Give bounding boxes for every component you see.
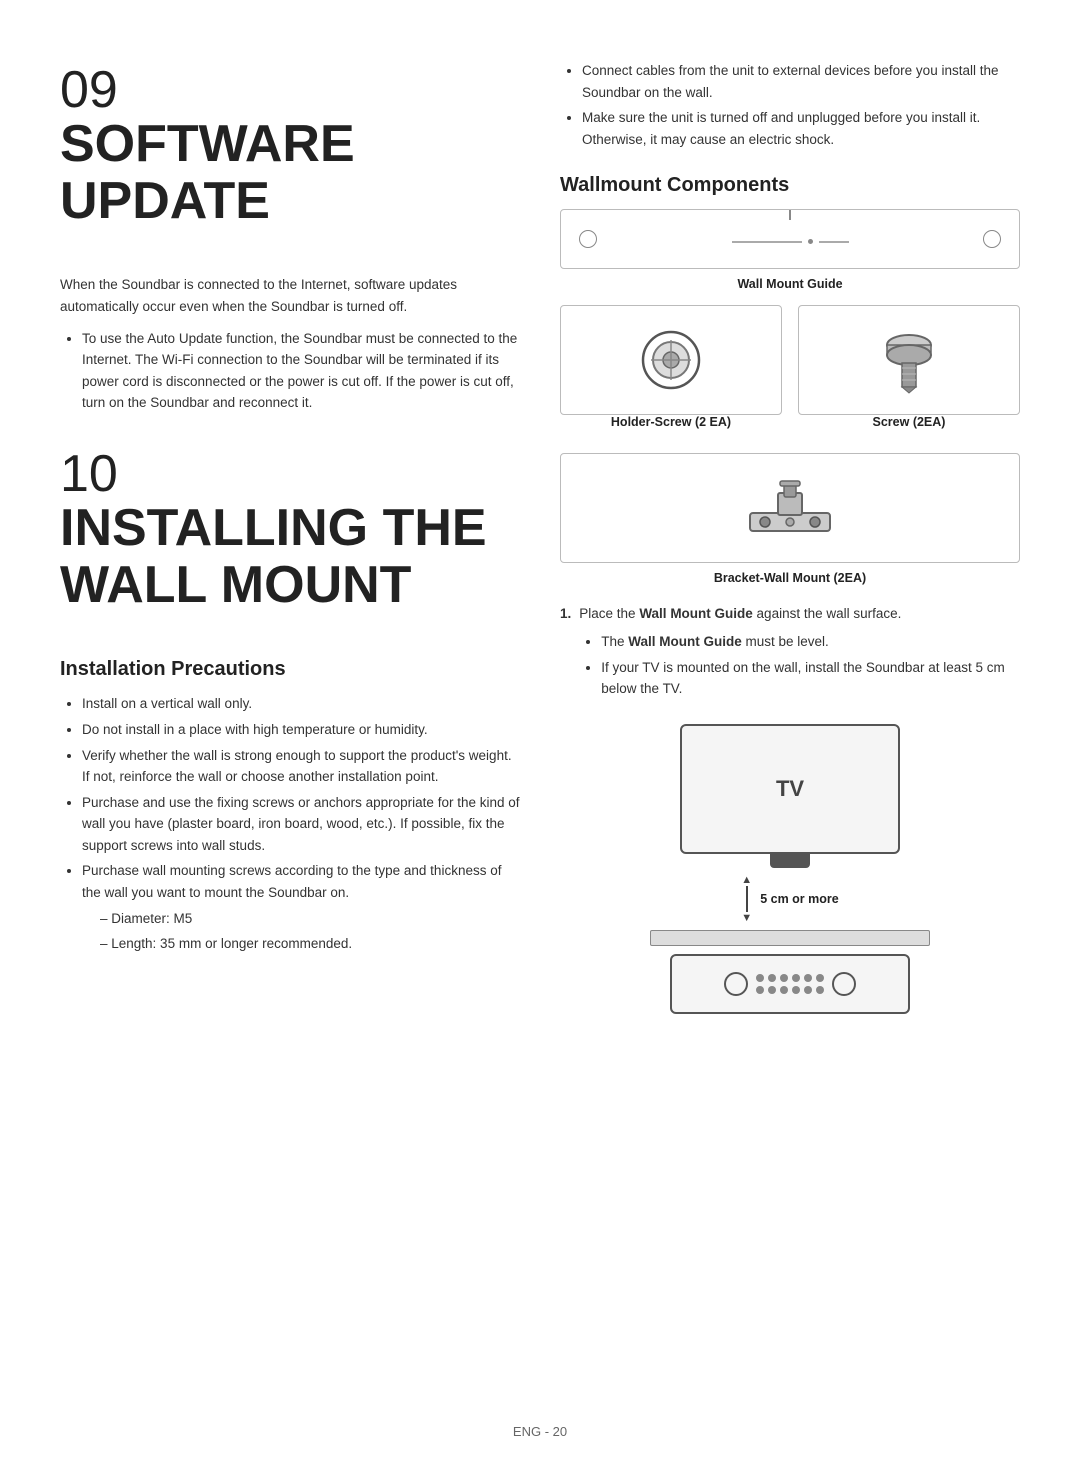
- soundbar-row-2: [756, 986, 824, 994]
- page: 09 SOFTWARE UPDATE When the Soundbar is …: [0, 0, 1080, 1479]
- dash-item-1: Diameter: M5: [100, 908, 520, 930]
- steps-list: 1. Place the Wall Mount Guide against th…: [560, 603, 1020, 709]
- wallmount-components-title: Wallmount Components: [560, 174, 1020, 197]
- arrow-down-icon: ▼: [741, 912, 752, 924]
- precaution-item-5: Purchase wall mounting screws according …: [82, 860, 520, 954]
- right-bullet-2: Make sure the unit is turned off and unp…: [582, 107, 1020, 150]
- sb-dot: [780, 974, 788, 982]
- sb-dot: [792, 986, 800, 994]
- holder-screw-box: Holder-Screw (2 EA): [560, 305, 782, 443]
- tv-stand: [770, 854, 810, 868]
- sb-dot: [816, 974, 824, 982]
- step-1-number: 1.: [560, 603, 571, 709]
- sb-dot: [780, 986, 788, 994]
- components-row: Holder-Screw (2 EA): [560, 305, 1020, 443]
- wall-mount-title: INSTALLING THE WALL MOUNT: [60, 500, 520, 614]
- sb-dot: [804, 974, 812, 982]
- soundbar-grid: [756, 974, 824, 994]
- gap-indicator: ▲ ▼ 5 cm or more: [741, 874, 838, 924]
- soundbar-left-circle: [724, 972, 748, 996]
- screw-box: Screw (2EA): [798, 305, 1020, 443]
- bracket-label: Bracket-Wall Mount (2EA): [560, 571, 1020, 585]
- step-1-content: Place the Wall Mount Guide against the w…: [579, 603, 1020, 709]
- arrow-up-icon: ▲: [741, 874, 752, 886]
- dash-items: Diameter: M5 Length: 35 mm or longer rec…: [82, 908, 520, 955]
- center-lines: [597, 234, 983, 244]
- right-bullet-1: Connect cables from the unit to external…: [582, 60, 1020, 103]
- gap-label: 5 cm or more: [760, 892, 839, 906]
- precautions-title: Installation Precautions: [60, 658, 520, 681]
- gap-arrow: ▲ ▼: [741, 874, 752, 924]
- screw-illustration: [798, 305, 1020, 415]
- software-update-title: SOFTWARE UPDATE: [60, 116, 520, 230]
- left-column: 09 SOFTWARE UPDATE When the Soundbar is …: [60, 60, 520, 1394]
- precaution-item-2: Do not install in a place with high temp…: [82, 719, 520, 741]
- precaution-item-4: Purchase and use the fixing screws or an…: [82, 792, 520, 857]
- wall-mount-guide-label: Wall Mount Guide: [560, 277, 1020, 291]
- soundbar-right-circle: [832, 972, 856, 996]
- right-circle-icon: [983, 230, 1001, 248]
- arrow-line: [746, 886, 748, 912]
- software-update-header: 09 SOFTWARE UPDATE: [60, 60, 520, 252]
- step-1-sub-1: The Wall Mount Guide must be level.: [601, 631, 1020, 653]
- tv-label: TV: [776, 776, 804, 802]
- left-circle-icon: [579, 230, 597, 248]
- holder-screw-icon: [636, 325, 706, 395]
- wall-mount-header: 10 INSTALLING THE WALL MOUNT: [60, 444, 520, 636]
- sb-dot: [792, 974, 800, 982]
- tv-box: TV: [680, 724, 900, 854]
- page-number: ENG - 20: [60, 1424, 1020, 1439]
- step-1-sub-2: If your TV is mounted on the wall, insta…: [601, 657, 1020, 700]
- bracket-illustration: [560, 453, 1020, 563]
- screw-label: Screw (2EA): [798, 415, 1020, 429]
- sb-dot: [816, 986, 824, 994]
- step-1-bold-1: Wall Mount Guide: [639, 606, 752, 621]
- holder-screw-label: Holder-Screw (2 EA): [560, 415, 782, 429]
- sb-dot: [804, 986, 812, 994]
- tv-diagram: TV ▲ ▼ 5 cm or more: [560, 724, 1020, 1014]
- software-update-body: When the Soundbar is connected to the In…: [60, 274, 520, 317]
- sb-dot: [768, 974, 776, 982]
- precaution-item-3: Verify whether the wall is strong enough…: [82, 745, 520, 788]
- dash-item-2: Length: 35 mm or longer recommended.: [100, 933, 520, 955]
- precaution-item-1: Install on a vertical wall only.: [82, 693, 520, 715]
- sb-dot: [756, 974, 764, 982]
- screw-icon: [874, 325, 944, 395]
- holder-screw-illustration: [560, 305, 782, 415]
- right-column: Connect cables from the unit to external…: [560, 60, 1020, 1394]
- precautions-list: Install on a vertical wall only. Do not …: [60, 693, 520, 955]
- section-10-number: 10: [60, 448, 520, 500]
- step-1-sub-list: The Wall Mount Guide must be level. If y…: [579, 631, 1020, 700]
- wall-line: [650, 930, 930, 946]
- step-1-sub-1-bold: Wall Mount Guide: [628, 634, 741, 649]
- wall-mount-guide-illustration: [560, 209, 1020, 269]
- section-09-number: 09: [60, 64, 520, 116]
- soundbar-row-1: [756, 974, 824, 982]
- sb-dot: [768, 986, 776, 994]
- bracket-icon: [740, 468, 840, 548]
- right-bullets: Connect cables from the unit to external…: [560, 60, 1020, 150]
- sb-dot: [756, 986, 764, 994]
- software-update-bullets: To use the Auto Update function, the Sou…: [60, 328, 520, 414]
- software-update-bullet-1: To use the Auto Update function, the Sou…: [82, 328, 520, 414]
- step-1: 1. Place the Wall Mount Guide against th…: [560, 603, 1020, 709]
- soundbar-illustration: [670, 954, 910, 1014]
